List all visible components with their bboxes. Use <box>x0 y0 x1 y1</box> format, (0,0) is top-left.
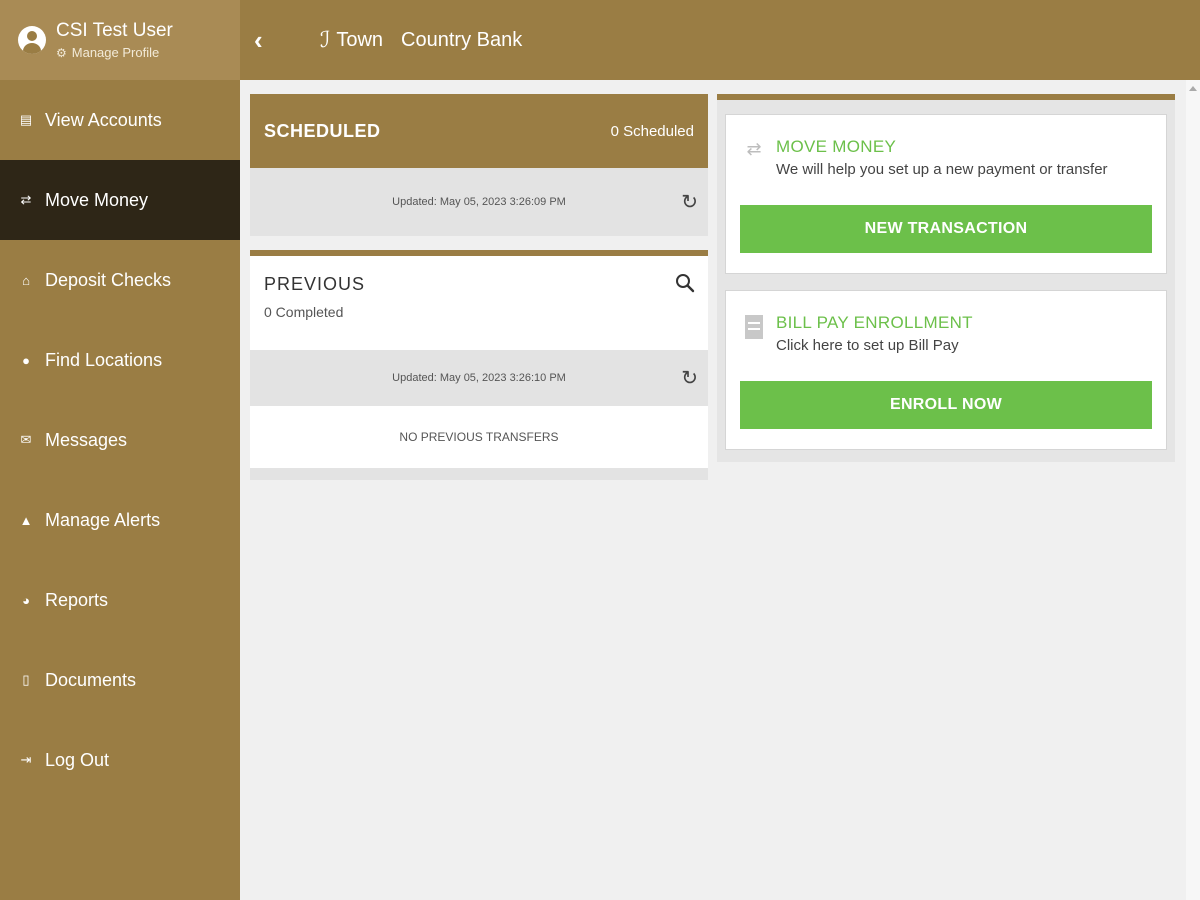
scheduled-panel: SCHEDULED 0 Scheduled Updated: May 05, 2… <box>250 94 708 236</box>
envelope-icon: ✉ <box>20 432 32 447</box>
sidebar-item-label: Move Money <box>45 189 149 210</box>
scheduled-title: SCHEDULED <box>264 120 381 141</box>
move-money-description: We will help you set up a new payment or… <box>776 161 1108 178</box>
bill-pay-title: BILL PAY ENROLLMENT <box>776 313 973 332</box>
empty-state-message: NO PREVIOUS TRANSFERS <box>250 406 708 468</box>
sidebar-nav: ▤ View Accounts ⇄ Move Money ⌂ Deposit C… <box>0 80 240 800</box>
bank-name-part1: Town <box>336 28 384 51</box>
sidebar-item-label: Log Out <box>45 749 110 770</box>
new-transaction-button[interactable]: NEW TRANSACTION <box>740 205 1152 253</box>
bell-icon: ▲ <box>19 512 33 528</box>
previous-updated-text: Updated: May 05, 2023 3:26:10 PM <box>392 372 566 384</box>
scrollbar[interactable] <box>1186 80 1200 900</box>
sidebar-item-label: Deposit Checks <box>45 269 172 290</box>
scheduled-updated-text: Updated: May 05, 2023 3:26:09 PM <box>392 196 566 208</box>
bank-logo-icon: ℐ <box>320 27 331 53</box>
bill-pay-description: Click here to set up Bill Pay <box>776 337 959 354</box>
accounts-icon: ▤ <box>19 112 33 127</box>
refresh-icon[interactable]: ↻ <box>681 190 698 215</box>
actions-column: ⇄ MOVE MONEY We will help you set up a n… <box>717 94 1175 462</box>
sidebar-item-log-out[interactable]: ⇥ Log Out <box>0 720 240 800</box>
previous-title: PREVIOUS <box>264 274 366 294</box>
sidebar-item-messages[interactable]: ✉ Messages <box>0 400 240 480</box>
pie-chart-icon: ◕ <box>22 592 30 608</box>
money-transfer-icon: ⇄ <box>20 192 32 207</box>
back-button[interactable]: ‹ <box>254 25 278 56</box>
money-transfer-icon: ⇄ <box>746 139 762 159</box>
sidebar-item-label: Messages <box>45 429 128 450</box>
enroll-now-button[interactable]: ENROLL NOW <box>740 381 1152 429</box>
previous-updated-row: Updated: May 05, 2023 3:26:10 PM ↻ <box>250 350 708 406</box>
move-money-card: ⇄ MOVE MONEY We will help you set up a n… <box>725 114 1167 274</box>
sidebar-item-documents[interactable]: ▯ Documents <box>0 640 240 720</box>
refresh-icon[interactable]: ↻ <box>681 366 698 391</box>
scheduled-count: 0 Scheduled <box>610 122 694 140</box>
search-icon[interactable] <box>674 272 696 294</box>
bill-pay-card: BILL PAY ENROLLMENT Click here to set up… <box>725 290 1167 450</box>
sidebar-item-label: Reports <box>45 589 109 610</box>
previous-header: PREVIOUS 0 Completed <box>250 256 708 350</box>
gear-icon: ⚙ <box>56 45 67 60</box>
profile-name: CSI Test User <box>56 20 173 41</box>
transfers-column: SCHEDULED 0 Scheduled Updated: May 05, 2… <box>250 94 708 480</box>
previous-panel: PREVIOUS 0 Completed Updated: May 05, 20… <box>250 250 708 480</box>
manage-profile-link[interactable]: ⚙ Manage Profile <box>56 45 173 60</box>
scroll-up-icon[interactable] <box>1189 86 1197 91</box>
bank-icon: ⌂ <box>22 272 30 288</box>
bank-logo: ℐ Town Country Bank <box>320 28 522 53</box>
sidebar-item-manage-alerts[interactable]: ▲ Manage Alerts <box>0 480 240 560</box>
sidebar-item-view-accounts[interactable]: ▤ View Accounts <box>0 80 240 160</box>
top-bar: ‹ ℐ Town Country Bank <box>240 0 1200 80</box>
sidebar-item-label: Manage Alerts <box>45 509 161 530</box>
bill-icon <box>742 313 766 344</box>
scheduled-header: SCHEDULED 0 Scheduled <box>250 94 708 168</box>
sidebar-item-reports[interactable]: ◕ Reports <box>0 560 240 640</box>
manage-profile-label: Manage Profile <box>71 45 160 60</box>
sidebar-item-label: Find Locations <box>45 349 163 370</box>
sidebar-item-label: Documents <box>45 669 137 690</box>
scheduled-updated-row: Updated: May 05, 2023 3:26:09 PM ↻ <box>250 168 708 236</box>
bank-name-part2: Country Bank <box>401 28 523 51</box>
sidebar-item-label: View Accounts <box>45 109 162 130</box>
logout-icon: ⇥ <box>20 752 32 767</box>
panel-footer <box>250 468 708 480</box>
sidebar-item-deposit-checks[interactable]: ⌂ Deposit Checks <box>0 240 240 320</box>
sidebar-item-find-locations[interactable]: ● Find Locations <box>0 320 240 400</box>
sidebar-item-move-money[interactable]: ⇄ Move Money <box>0 160 240 240</box>
profile-section: CSI Test User ⚙ Manage Profile <box>0 0 240 80</box>
location-pin-icon: ● <box>22 352 30 368</box>
sidebar: CSI Test User ⚙ Manage Profile ▤ View Ac… <box>0 0 240 900</box>
main-content: SCHEDULED 0 Scheduled Updated: May 05, 2… <box>240 80 1200 900</box>
avatar[interactable] <box>18 26 46 54</box>
move-money-title: MOVE MONEY <box>776 137 897 156</box>
previous-count: 0 Completed <box>264 304 344 320</box>
document-icon: ▯ <box>22 672 30 687</box>
